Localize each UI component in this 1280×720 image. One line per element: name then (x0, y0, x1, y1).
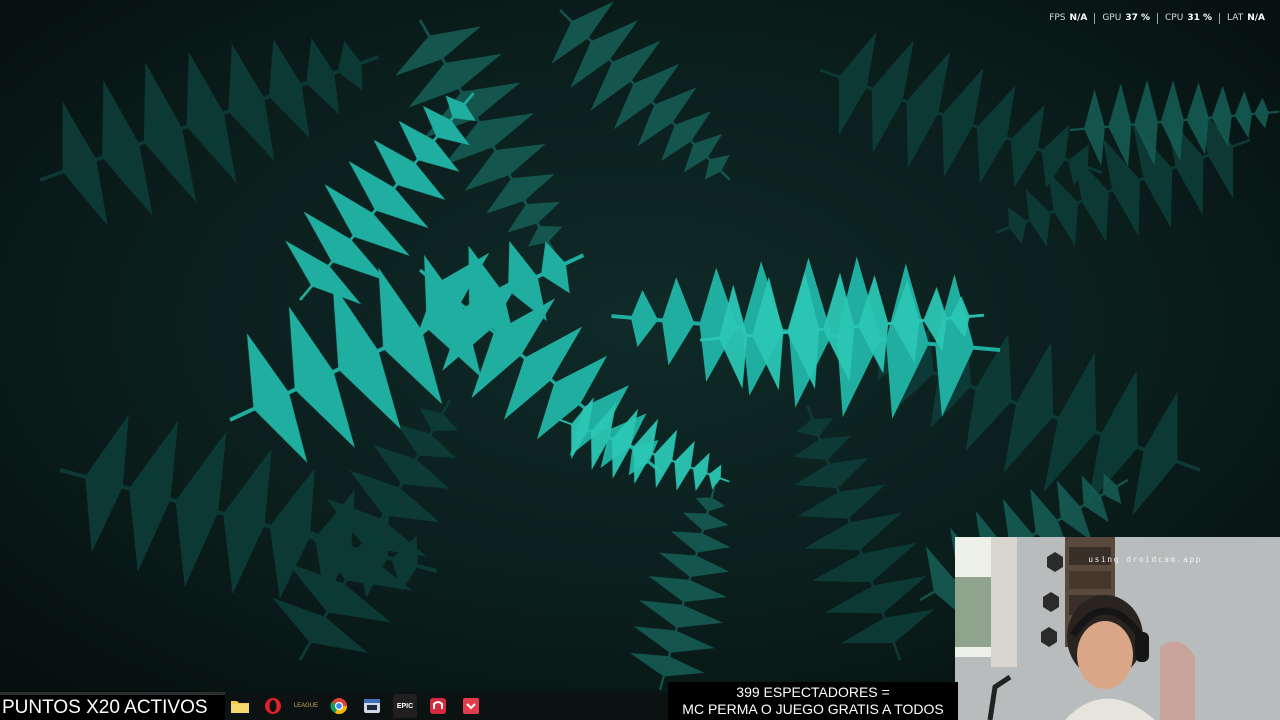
red-app-icon[interactable] (426, 694, 450, 718)
gpu-readout: GPU 37 % (1095, 13, 1157, 23)
viewers-promo-line: MC PERMA O JUEGO GRATIS A TODOS (682, 701, 944, 717)
opera-browser-icon[interactable] (261, 694, 285, 718)
epic-icon-text: EPIC (396, 702, 414, 710)
viewers-count-line: 399 ESPECTADORES = (736, 684, 890, 700)
taskbar-pinned-apps: LEAGUE EPIC (228, 694, 483, 718)
fps-value: N/A (1069, 13, 1088, 23)
points-banner: PUNTOS X20 ACTIVOS (0, 692, 225, 720)
fps-label: FPS (1049, 13, 1066, 23)
chrome-icon[interactable] (327, 694, 351, 718)
webcam-image (955, 537, 1280, 720)
league-icon[interactable]: LEAGUE (294, 694, 318, 718)
cpu-label: CPU (1165, 13, 1184, 23)
viewers-banner: 399 ESPECTADORES = MC PERMA O JUEGO GRAT… (668, 682, 958, 720)
webcam-feed: using droidcam.app (955, 537, 1280, 720)
performance-overlay: FPS N/A GPU 37 % CPU 31 % LAT N/A (1042, 9, 1272, 27)
league-icon-text: LEAGUE (293, 702, 319, 709)
cpu-readout: CPU 31 % (1158, 13, 1219, 23)
epic-games-icon[interactable]: EPIC (393, 694, 417, 718)
app-window-icon[interactable] (360, 694, 384, 718)
file-explorer-icon[interactable] (228, 694, 252, 718)
latency-value: N/A (1247, 13, 1265, 23)
latency-label: LAT (1227, 13, 1244, 23)
gpu-value: 37 % (1125, 13, 1151, 23)
cpu-value: 31 % (1187, 13, 1213, 23)
latency-readout: LAT N/A (1220, 13, 1272, 23)
gpu-label: GPU (1102, 13, 1122, 23)
red-check-app-icon[interactable] (459, 694, 483, 718)
fps-readout: FPS N/A (1042, 13, 1094, 23)
webcam-watermark: using droidcam.app (1088, 555, 1202, 564)
